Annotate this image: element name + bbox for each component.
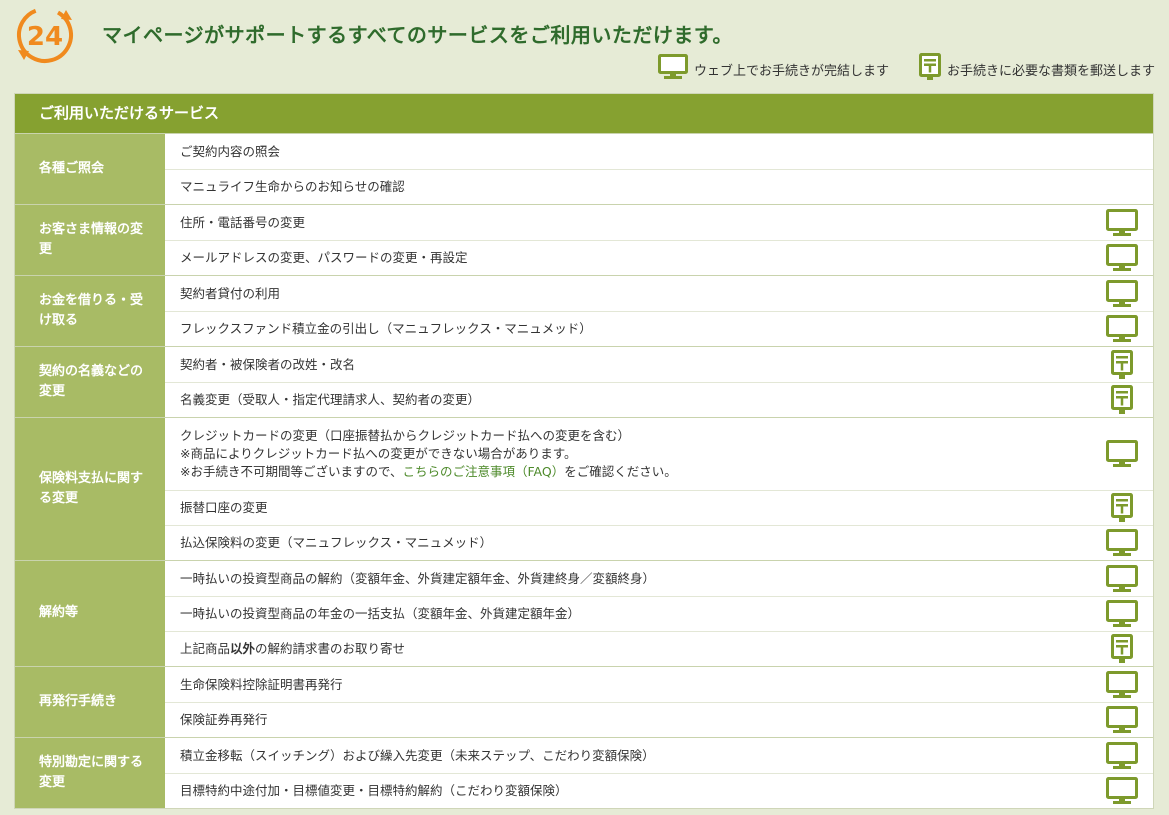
service-item[interactable]: 振替口座の変更 bbox=[165, 490, 1153, 525]
service-group-customer-info: お客さま情報の変更 住所・電話番号の変更 メールアドレスの変更、パスワードの変更… bbox=[15, 204, 1153, 275]
service-item[interactable]: 生命保険料控除証明書再発行 bbox=[165, 667, 1153, 702]
postbox-icon bbox=[918, 53, 941, 85]
service-item[interactable]: クレジットカードの変更（口座振替払からクレジットカード払への変更を含む） ※商品… bbox=[165, 418, 1153, 490]
service-item[interactable]: 払込保険料の変更（マニュフレックス・マニュメッド） bbox=[165, 525, 1153, 560]
service-item-label: ご契約内容の照会 bbox=[180, 143, 281, 159]
service-item-label-emphasis: 以外 bbox=[230, 641, 256, 656]
service-item[interactable]: 住所・電話番号の変更 bbox=[165, 205, 1153, 240]
category-label: 再発行手続き bbox=[15, 667, 165, 737]
category-label: 特別勘定に関する変更 bbox=[15, 738, 165, 808]
legend-label-mail: お手続きに必要な書類を郵送します bbox=[946, 63, 1155, 79]
service-group-name-change: 契約の名義などの変更 契約者・被保険者の改姓・改名 名義変更（受取人・指定代理請… bbox=[15, 346, 1153, 417]
monitor-icon bbox=[1105, 279, 1139, 309]
icon-legend: ウェブ上でお手続きが完結します お手続きに必要な書類を郵送します bbox=[628, 53, 1155, 85]
category-label: 契約の名義などの変更 bbox=[15, 347, 165, 417]
monitor-icon bbox=[1105, 741, 1139, 771]
service-item-label: 上記商品以外の解約請求書のお取り寄せ bbox=[180, 640, 405, 658]
service-item[interactable]: 目標特約中途付加・目標値変更・目標特約解約（こだわり変額保険） bbox=[165, 773, 1153, 808]
service-item[interactable]: ご契約内容の照会 bbox=[165, 134, 1153, 169]
service-item[interactable]: 保険証券再発行 bbox=[165, 702, 1153, 737]
monitor-icon bbox=[1105, 439, 1139, 469]
service-group-inquiry: 各種ご照会 ご契約内容の照会 マニュライフ生命からのお知らせの確認 bbox=[15, 133, 1153, 204]
service-group-premium-payment: 保険料支払に関する変更 クレジットカードの変更（口座振替払からクレジットカード払… bbox=[15, 417, 1153, 560]
postbox-icon bbox=[1105, 634, 1139, 664]
service-group-special-account: 特別勘定に関する変更 積立金移転（スイッチング）および繰入先変更（未来ステップ、… bbox=[15, 737, 1153, 808]
category-label: お金を借りる・受け取る bbox=[15, 276, 165, 346]
category-label: 保険料支払に関する変更 bbox=[15, 418, 165, 560]
postbox-icon bbox=[1105, 385, 1139, 415]
badge-text: 24 bbox=[27, 22, 63, 52]
service-item-label: フレックスファンド積立金の引出し（マニュフレックス・マニュメッド） bbox=[180, 321, 592, 336]
legend-item-web: ウェブ上でお手続きが完結します bbox=[652, 54, 889, 84]
service-item-note: ※商品によりクレジットカード払への変更ができない場合があります。 bbox=[180, 446, 577, 461]
service-item[interactable]: 一時払いの投資型商品の年金の一括支払（変額年金、外貨建定額年金） bbox=[165, 596, 1153, 631]
service-item-label: クレジットカードの変更（口座振替払からクレジットカード払への変更を含む） ※商品… bbox=[180, 427, 677, 481]
monitor-icon bbox=[1105, 564, 1139, 594]
service-item-label: 積立金移転（スイッチング）および繰入先変更（未来ステップ、こだわり変額保険） bbox=[180, 747, 655, 763]
monitor-icon bbox=[1105, 670, 1139, 700]
service-group-borrow-receive: お金を借りる・受け取る 契約者貸付の利用 フレックスファンド積立金の引出し（マニ… bbox=[15, 275, 1153, 346]
service-group-reissue: 再発行手続き 生命保険料控除証明書再発行 保険証券再発行 bbox=[15, 666, 1153, 737]
category-label: 各種ご照会 bbox=[15, 134, 165, 204]
service-item[interactable]: 上記商品以外の解約請求書のお取り寄せ bbox=[165, 631, 1153, 666]
24-hours-badge-icon: 24 bbox=[14, 4, 76, 66]
service-item-label: 目標特約中途付加・目標値変更・目標特約解約（こだわり変額保険） bbox=[180, 783, 568, 798]
service-item-title: クレジットカードの変更（口座振替払からクレジットカード払への変更を含む） bbox=[180, 428, 631, 443]
service-item[interactable]: フレックスファンド積立金の引出し（マニュフレックス・マニュメッド） bbox=[165, 311, 1153, 346]
service-item[interactable]: 契約者貸付の利用 bbox=[165, 276, 1153, 311]
service-item-label: 生命保険料控除証明書再発行 bbox=[180, 676, 343, 692]
service-item-label: 住所・電話番号の変更 bbox=[180, 214, 306, 230]
service-item-label: 払込保険料の変更（マニュフレックス・マニュメッド） bbox=[180, 535, 493, 550]
monitor-icon bbox=[1105, 705, 1139, 735]
category-label: お客さま情報の変更 bbox=[15, 205, 165, 275]
service-item-label: 契約者・被保険者の改姓・改名 bbox=[180, 356, 356, 372]
monitor-icon bbox=[1105, 528, 1139, 558]
faq-link[interactable]: こちらのご注意事項（FAQ） bbox=[402, 464, 564, 479]
service-item-label-prefix: 上記商品 bbox=[180, 641, 231, 656]
services-table: ご利用いただけるサービス 各種ご照会 ご契約内容の照会 マニュライフ生命からのお… bbox=[14, 93, 1154, 809]
page-header: 24 マイページがサポートするすべてのサービスをご利用いただけます。 ウェブ上で… bbox=[0, 0, 1169, 92]
service-item-label: マニュライフ生命からのお知らせの確認 bbox=[180, 179, 405, 194]
service-item-label: メールアドレスの変更、パスワードの変更・再設定 bbox=[180, 250, 468, 265]
service-item-label: 振替口座の変更 bbox=[180, 500, 268, 515]
monitor-icon bbox=[1105, 243, 1139, 273]
service-item-label: 名義変更（受取人・指定代理請求人、契約者の変更） bbox=[180, 392, 481, 407]
monitor-icon bbox=[1105, 599, 1139, 629]
service-item[interactable]: マニュライフ生命からのお知らせの確認 bbox=[165, 169, 1153, 204]
legend-label-web: ウェブ上でお手続きが完結します bbox=[693, 63, 889, 79]
service-item[interactable]: 積立金移転（スイッチング）および繰入先変更（未来ステップ、こだわり変額保険） bbox=[165, 738, 1153, 773]
postbox-icon bbox=[1105, 349, 1139, 380]
postbox-icon bbox=[1105, 493, 1139, 523]
monitor-icon bbox=[657, 54, 688, 84]
service-item[interactable]: 一時払いの投資型商品の解約（変額年金、外貨建定額年金、外貨建終身／変額終身） bbox=[165, 561, 1153, 596]
service-item[interactable]: 契約者・被保険者の改姓・改名 bbox=[165, 347, 1153, 382]
legend-item-mail: お手続きに必要な書類を郵送します bbox=[913, 53, 1155, 85]
monitor-icon bbox=[1105, 314, 1139, 344]
service-item[interactable]: メールアドレスの変更、パスワードの変更・再設定 bbox=[165, 240, 1153, 275]
service-group-cancellation: 解約等 一時払いの投資型商品の解約（変額年金、外貨建定額年金、外貨建終身／変額終… bbox=[15, 560, 1153, 666]
service-item-label: 保険証券再発行 bbox=[180, 712, 268, 727]
service-item-label: 一時払いの投資型商品の解約（変額年金、外貨建定額年金、外貨建終身／変額終身） bbox=[180, 570, 656, 586]
monitor-icon bbox=[1105, 776, 1139, 806]
service-item[interactable]: 名義変更（受取人・指定代理請求人、契約者の変更） bbox=[165, 382, 1153, 417]
service-item-label-suffix: の解約請求書のお取り寄せ bbox=[255, 641, 406, 656]
service-item-note-prefix: ※お手続き不可期間等ございますので、 bbox=[180, 464, 403, 479]
category-label: 解約等 bbox=[15, 561, 165, 666]
service-item-label: 契約者貸付の利用 bbox=[180, 285, 281, 301]
page-title: マイページがサポートするすべてのサービスをご利用いただけます。 bbox=[102, 23, 733, 47]
monitor-icon bbox=[1105, 208, 1139, 238]
services-table-title: ご利用いただけるサービス bbox=[15, 94, 1153, 133]
service-item-label: 一時払いの投資型商品の年金の一括支払（変額年金、外貨建定額年金） bbox=[180, 606, 581, 621]
service-item-note-suffix: をご確認ください。 bbox=[564, 464, 677, 479]
